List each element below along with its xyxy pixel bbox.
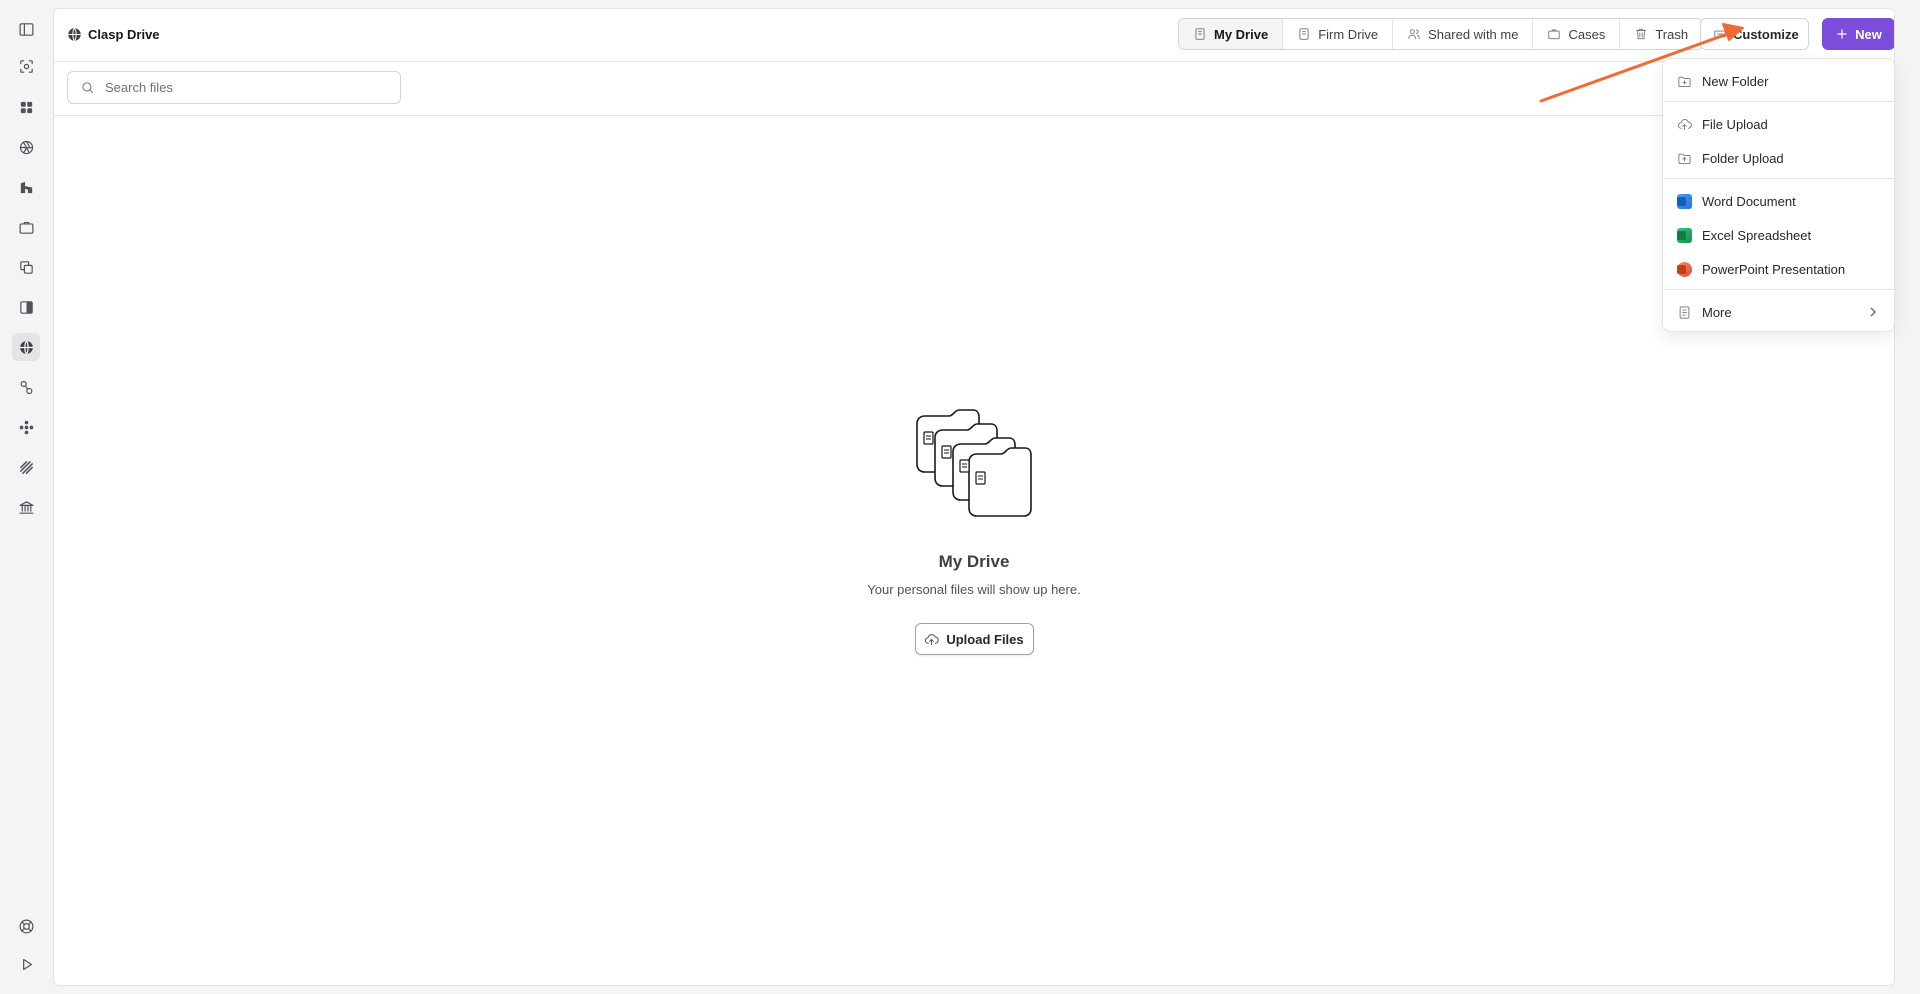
globe-icon	[68, 27, 81, 42]
tab-label: Trash	[1655, 26, 1689, 42]
briefcase-icon[interactable]	[12, 213, 40, 241]
users-icon	[1408, 29, 1420, 40]
menu-item-folder-upload[interactable]: Folder Upload	[1669, 143, 1888, 173]
tab-label: Firm Drive	[1318, 26, 1379, 42]
menu-item-powerpoint-presentation[interactable]: PowerPoint Presentation	[1669, 254, 1888, 284]
menu-item-label: More	[1702, 304, 1732, 320]
document-icon	[1195, 28, 1205, 40]
tab-shared-with-me[interactable]: Shared with me	[1393, 19, 1534, 49]
folder-plus-icon	[1678, 76, 1691, 87]
link-icon[interactable]	[12, 373, 40, 401]
menu-item-label: Excel Spreadsheet	[1702, 227, 1812, 243]
tab-cases[interactable]: Cases	[1533, 19, 1621, 49]
tab-trash[interactable]: Trash	[1620, 19, 1702, 49]
sidebar-toggle-icon[interactable]	[12, 15, 40, 43]
menu-item-excel-spreadsheet[interactable]: Excel Spreadsheet	[1669, 220, 1888, 250]
menu-item-word-document[interactable]: Word Document	[1669, 186, 1888, 216]
layers-icon[interactable]	[12, 453, 40, 481]
tab-my-drive[interactable]: My Drive	[1179, 19, 1284, 49]
menu-item-label: PowerPoint Presentation	[1702, 261, 1846, 277]
search-icon	[82, 82, 93, 93]
play-icon[interactable]	[12, 950, 40, 978]
excel-icon	[1677, 227, 1692, 243]
empty-state-title: My Drive	[938, 552, 1010, 571]
chevron-right-icon	[1870, 307, 1877, 317]
aperture-icon[interactable]	[12, 133, 40, 161]
menu-item-label: Folder Upload	[1702, 150, 1784, 166]
top-bar: Clasp Drive My Drive Firm Drive Shared w…	[54, 9, 1894, 62]
document-icon	[1299, 28, 1309, 40]
menu-item-new-folder[interactable]: New Folder	[1669, 66, 1888, 96]
briefcase-icon	[1548, 29, 1561, 40]
analytics-icon[interactable]	[12, 173, 40, 201]
new-button[interactable]: New	[1822, 18, 1894, 50]
menu-divider	[1663, 101, 1894, 102]
search-field[interactable]	[67, 71, 401, 104]
bank-icon[interactable]	[12, 493, 40, 521]
menu-item-more[interactable]: More	[1669, 297, 1888, 327]
folders-illustration-icon	[916, 409, 1032, 517]
menu-item-label: Word Document	[1702, 193, 1796, 209]
upload-files-button[interactable]: Upload Files	[914, 623, 1034, 655]
word-icon	[1677, 193, 1692, 209]
tab-firm-drive[interactable]: Firm Drive	[1283, 19, 1394, 49]
menu-divider	[1663, 178, 1894, 179]
cloud-upload-icon	[1678, 118, 1692, 130]
new-label: New	[1855, 26, 1882, 42]
left-rail	[0, 0, 53, 994]
upload-files-label: Upload Files	[946, 631, 1024, 647]
folder-upload-icon	[1678, 153, 1691, 164]
globe-icon[interactable]	[12, 333, 40, 361]
new-dropdown-menu: New Folder File Upload Folder Upload Wor…	[1662, 58, 1895, 332]
contrast-icon[interactable]	[12, 293, 40, 321]
menu-divider	[1663, 289, 1894, 290]
menu-item-file-upload[interactable]: File Upload	[1669, 109, 1888, 139]
apps-icon[interactable]	[12, 413, 40, 441]
scan-icon[interactable]	[12, 52, 40, 80]
file-icon	[1679, 305, 1690, 319]
tab-label: Shared with me	[1428, 26, 1519, 42]
help-icon[interactable]	[12, 912, 40, 940]
customize-label: Customize	[1733, 26, 1799, 42]
page-title: Clasp Drive	[67, 27, 160, 42]
app-title: Clasp Drive	[88, 27, 160, 42]
tab-label: Cases	[1568, 26, 1606, 42]
empty-state-subtitle: Your personal files will show up here.	[867, 582, 1081, 597]
empty-state: My Drive Your personal files will show u…	[54, 404, 1894, 655]
search-bar	[54, 62, 1894, 116]
plus-icon	[1837, 29, 1847, 39]
menu-item-label: File Upload	[1702, 116, 1768, 132]
sliders-icon	[1714, 30, 1726, 38]
drive-tabs: My Drive Firm Drive Shared with me Cases…	[1178, 18, 1704, 50]
powerpoint-icon	[1677, 261, 1692, 277]
search-input[interactable]	[105, 80, 365, 95]
grid-icon[interactable]	[12, 93, 40, 121]
tab-label: My Drive	[1214, 26, 1269, 42]
customize-button[interactable]: Customize	[1700, 18, 1809, 50]
main-panel: Clasp Drive My Drive Firm Drive Shared w…	[53, 8, 1895, 986]
copy-icon[interactable]	[12, 253, 40, 281]
cloud-upload-icon	[925, 633, 940, 645]
trash-icon	[1636, 28, 1647, 40]
menu-item-label: New Folder	[1702, 73, 1769, 89]
